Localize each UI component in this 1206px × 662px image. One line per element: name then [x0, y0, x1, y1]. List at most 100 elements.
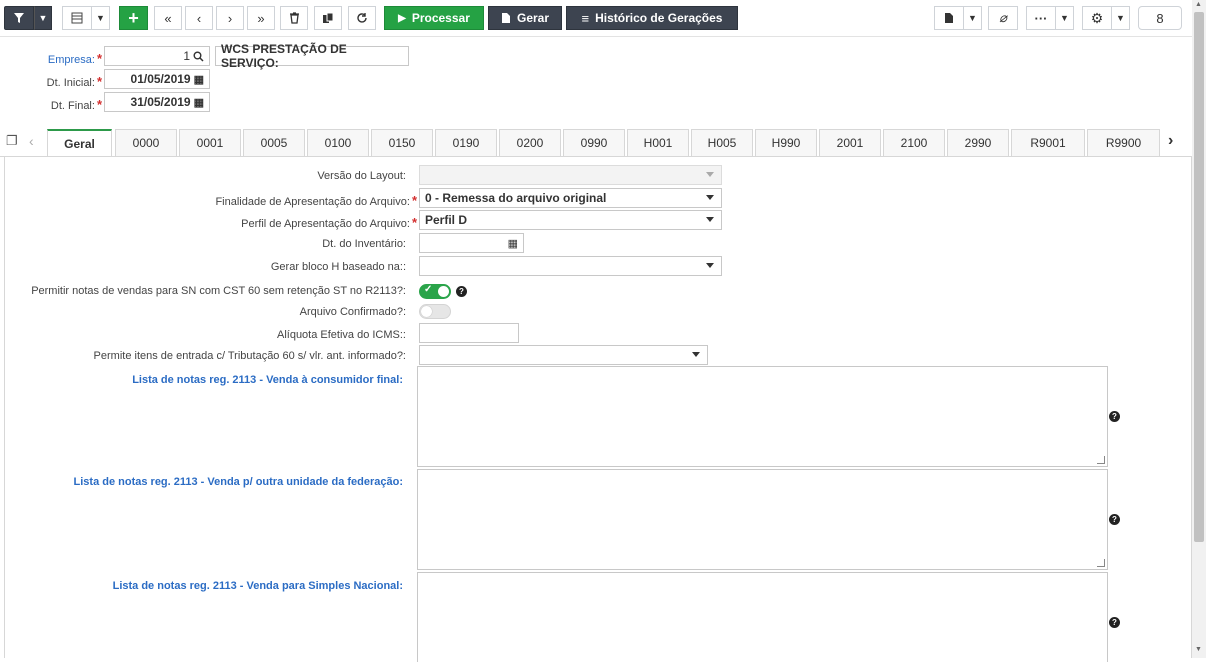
dt-final-label: Dt. Final: * [50, 97, 102, 112]
more-options-dropdown[interactable]: ▼ [1056, 6, 1074, 30]
tab-scroll-right-icon[interactable]: › [1168, 132, 1173, 150]
empresa-name-field: WCS PRESTAÇÃO DE SERVIÇO: [215, 42, 409, 70]
help-icon[interactable]: ? [456, 286, 467, 297]
scroll-down-icon[interactable]: ▼ [1195, 646, 1202, 653]
tab-0200[interactable]: 0200 [499, 129, 561, 156]
scrollbar-thumb[interactable] [1194, 12, 1204, 542]
tab-2001[interactable]: 2001 [819, 129, 881, 156]
tab-h005[interactable]: H005 [691, 129, 753, 156]
tab-0001[interactable]: 0001 [179, 129, 241, 156]
toggle-knob [438, 286, 449, 297]
more-options-button[interactable]: ··· [1026, 6, 1056, 30]
tab-0990[interactable]: 0990 [563, 129, 625, 156]
confirmado-toggle[interactable] [419, 304, 451, 319]
permitir-toggle[interactable]: ✓ [419, 284, 451, 299]
tab-label: H005 [707, 136, 737, 150]
previous-record-button[interactable]: ‹ [185, 6, 213, 30]
aliquota-input[interactable] [419, 323, 519, 343]
tab-2990[interactable]: 2990 [947, 129, 1009, 156]
refresh-button[interactable] [348, 6, 376, 30]
tab-bar: ❐ ‹ Geral 0000 0001 0005 0100 0150 0190 … [0, 128, 1192, 157]
tab-r9900[interactable]: R9900 [1087, 129, 1160, 156]
help-icon[interactable]: ? [1109, 514, 1120, 525]
help-icon[interactable]: ? [1109, 617, 1120, 628]
gerar-button[interactable]: Gerar [488, 6, 562, 30]
perfil-select[interactable]: Perfil D [419, 210, 722, 230]
tab-geral[interactable]: Geral [47, 129, 112, 157]
record-counter-value: 8 [1156, 10, 1164, 26]
page-scrollbar[interactable]: ▲ ▼ [1192, 0, 1206, 658]
tab-label: R9001 [1030, 136, 1066, 150]
gerar-label: Gerar [516, 11, 550, 25]
export-dropdown[interactable]: ▼ [964, 6, 982, 30]
copy-tabs-icon[interactable]: ❐ [6, 133, 18, 149]
aliquota-label: Alíquota Efetiva do ICMS:: [276, 329, 406, 341]
permite-itens-select[interactable] [419, 345, 708, 365]
historico-button[interactable]: ≡ Histórico de Gerações [566, 6, 738, 30]
add-button[interactable]: + [119, 6, 148, 30]
scroll-up-icon[interactable]: ▲ [1195, 1, 1202, 8]
resize-handle-icon[interactable] [1097, 559, 1105, 567]
tab-label: 2100 [900, 136, 928, 150]
tab-label: 2990 [964, 136, 992, 150]
double-chevron-right-icon: » [257, 10, 265, 26]
plus-icon: + [128, 7, 139, 28]
inventario-label: Dt. do Inventário: [322, 238, 406, 250]
dt-final-input[interactable]: 31/05/2019 ▦ [104, 92, 210, 112]
help-icon[interactable]: ? [1109, 411, 1120, 422]
dt-inicial-label: Dt. Inicial: * [46, 74, 102, 89]
caret-down-icon: ▼ [1060, 13, 1069, 23]
calendar-icon[interactable]: ▦ [194, 73, 204, 86]
filter-button[interactable] [4, 6, 34, 30]
last-record-button[interactable]: » [247, 6, 275, 30]
calendar-icon[interactable]: ▦ [508, 237, 518, 250]
copy-button[interactable] [314, 6, 342, 30]
versao-select [419, 165, 722, 185]
export-button[interactable] [934, 6, 964, 30]
tab-0005[interactable]: 0005 [243, 129, 305, 156]
filter-dropdown-button[interactable]: ▼ [34, 6, 52, 30]
attachment-button[interactable]: ⌀ [988, 6, 1018, 30]
grid-view-button[interactable] [62, 6, 92, 30]
finalidade-label: Finalidade de Apresentação do Arquivo: * [215, 193, 417, 208]
lista3-textarea[interactable] [417, 572, 1108, 662]
bloco-h-select[interactable] [419, 256, 722, 276]
first-record-button[interactable]: « [154, 6, 182, 30]
lista2-textarea[interactable] [417, 469, 1108, 570]
tab-2100[interactable]: 2100 [883, 129, 945, 156]
tab-0190[interactable]: 0190 [435, 129, 497, 156]
next-record-button[interactable]: › [216, 6, 244, 30]
tab-0000[interactable]: 0000 [115, 129, 177, 156]
grid-view-dropdown[interactable]: ▼ [92, 6, 110, 30]
tab-0150[interactable]: 0150 [371, 129, 433, 156]
tab-label: R9900 [1105, 136, 1142, 150]
processar-button[interactable]: ▶ Processar [384, 6, 484, 30]
tab-h990[interactable]: H990 [755, 129, 817, 156]
lista1-textarea[interactable] [417, 366, 1108, 467]
tab-scroll-left-icon[interactable]: ‹ [29, 133, 34, 149]
versao-label: Versão do Layout: [317, 170, 406, 182]
lista2-label: Lista de notas reg. 2113 - Venda p/ outr… [73, 476, 403, 488]
chevron-left-icon: ‹ [196, 10, 202, 26]
ellipsis-icon: ··· [1034, 10, 1048, 26]
dt-inicial-input[interactable]: 01/05/2019 ▦ [104, 69, 210, 89]
caret-down-icon: ▼ [1116, 13, 1125, 23]
refresh-icon [357, 13, 367, 23]
calendar-icon[interactable]: ▦ [194, 96, 204, 109]
tab-h001[interactable]: H001 [627, 129, 689, 156]
search-icon[interactable] [193, 51, 204, 62]
dt-inicial-value: 01/05/2019 [130, 72, 191, 86]
finalidade-select[interactable]: 0 - Remessa do arquivo original [419, 188, 722, 208]
empresa-code-input[interactable]: 1 [104, 46, 210, 66]
resize-handle-icon[interactable] [1097, 456, 1105, 464]
settings-button[interactable]: ⚙ [1082, 6, 1112, 30]
tab-label: 0100 [324, 136, 352, 150]
inventario-input[interactable]: ▦ [419, 233, 524, 253]
tab-0100[interactable]: 0100 [307, 129, 369, 156]
caret-down-icon: ▼ [968, 13, 977, 23]
tab-r9001[interactable]: R9001 [1011, 129, 1085, 156]
delete-button[interactable] [280, 6, 308, 30]
double-chevron-left-icon: « [164, 10, 172, 26]
tab-label: 0150 [388, 136, 416, 150]
settings-dropdown[interactable]: ▼ [1112, 6, 1130, 30]
